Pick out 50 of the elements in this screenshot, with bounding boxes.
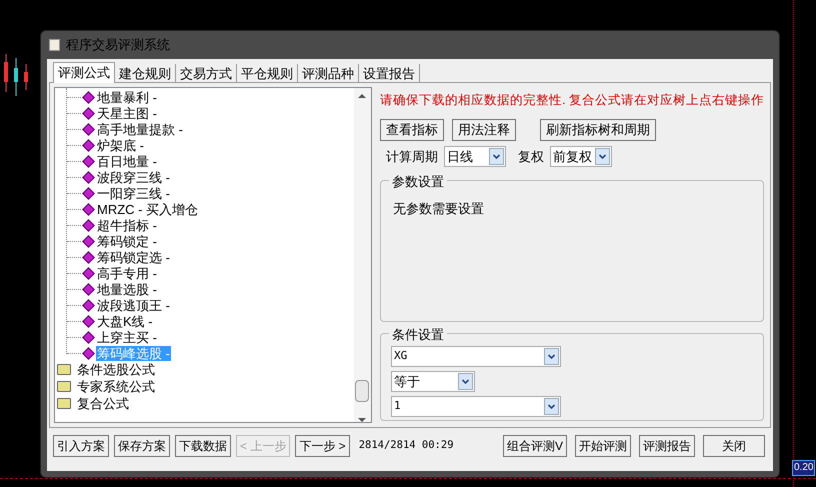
bottom-button[interactable]: 下载数据	[175, 435, 231, 457]
scroll-thumb[interactable]	[355, 380, 370, 402]
value-select[interactable]: 1	[391, 396, 562, 417]
tool-button[interactable]: 刷新指标树和周期	[540, 118, 656, 141]
window-icon	[49, 39, 60, 51]
operator-select[interactable]: 等于	[391, 370, 476, 392]
folder-icon	[57, 364, 71, 375]
bottom-button[interactable]: 保存方案	[114, 435, 170, 457]
tool-button[interactable]: 用法注释	[452, 118, 516, 141]
tree-item[interactable]: 高手专用 -	[96, 266, 158, 280]
axis-value-label: 0.20	[792, 460, 816, 476]
tree-item[interactable]: MRZC - 买入增仓	[96, 202, 200, 216]
indicator-select[interactable]: XG	[391, 346, 562, 367]
tree-item[interactable]: 超牛指标 -	[96, 218, 158, 232]
progress-text: 2814/2814 00:29	[358, 438, 454, 454]
tree-item[interactable]: 地量选股 -	[96, 282, 158, 296]
action-button[interactable]: 关闭	[703, 435, 765, 457]
tree-item[interactable]: 天星主图 -	[96, 106, 158, 120]
tree-item[interactable]: 筹码锁定选 -	[96, 250, 171, 264]
period-select[interactable]: 日线	[444, 146, 506, 167]
notice-text: 请确保下载的相应数据的完整性. 复合公式请在对应树上点右键操作	[380, 92, 764, 109]
tree-item[interactable]: 波段穿三线 -	[96, 170, 171, 184]
action-button[interactable]: 开始评测	[575, 435, 631, 457]
tree-item[interactable]: 筹码锁定 -	[96, 234, 158, 248]
adjust-label: 复权	[518, 148, 544, 166]
period-label: 计算周期	[386, 148, 438, 166]
folder-icon	[57, 398, 71, 409]
tree-item[interactable]: 条件选股公式	[76, 362, 156, 377]
bottom-button[interactable]: 下一步 >	[295, 435, 350, 457]
tree-item[interactable]: 波段逃顶王 -	[96, 298, 171, 312]
tree-item[interactable]: 一阳穿三线 -	[96, 186, 171, 200]
tree-item[interactable]: 复合公式	[76, 396, 130, 411]
scroll-up-icon[interactable]	[358, 94, 366, 98]
tree-item[interactable]: 大盘K线 -	[96, 314, 154, 328]
tree-item[interactable]: 专家系统公式	[76, 379, 156, 394]
scroll-down-icon[interactable]	[358, 418, 366, 422]
action-button[interactable]: 组合评测V	[502, 435, 567, 457]
adjust-select[interactable]: 前复权	[550, 146, 612, 167]
tool-button[interactable]: 查看指标	[380, 118, 444, 141]
tree-item[interactable]: 上穿主买 -	[96, 330, 158, 344]
tree-item[interactable]: 高手地量提款 -	[96, 122, 184, 136]
tree-item[interactable]: 百日地量 -	[96, 154, 158, 168]
action-button[interactable]: 评测报告	[639, 435, 695, 457]
window-title: 程序交易评测系统	[66, 36, 170, 54]
folder-icon	[57, 381, 71, 392]
tree-item[interactable]: 炉架底 -	[96, 138, 145, 152]
tab[interactable]: 评测公式	[53, 62, 115, 83]
tree-item[interactable]: 地量暴利 -	[96, 90, 158, 104]
parameter-message: 无参数需要设置	[393, 200, 484, 216]
bottom-button[interactable]: 引入方案	[53, 435, 109, 457]
